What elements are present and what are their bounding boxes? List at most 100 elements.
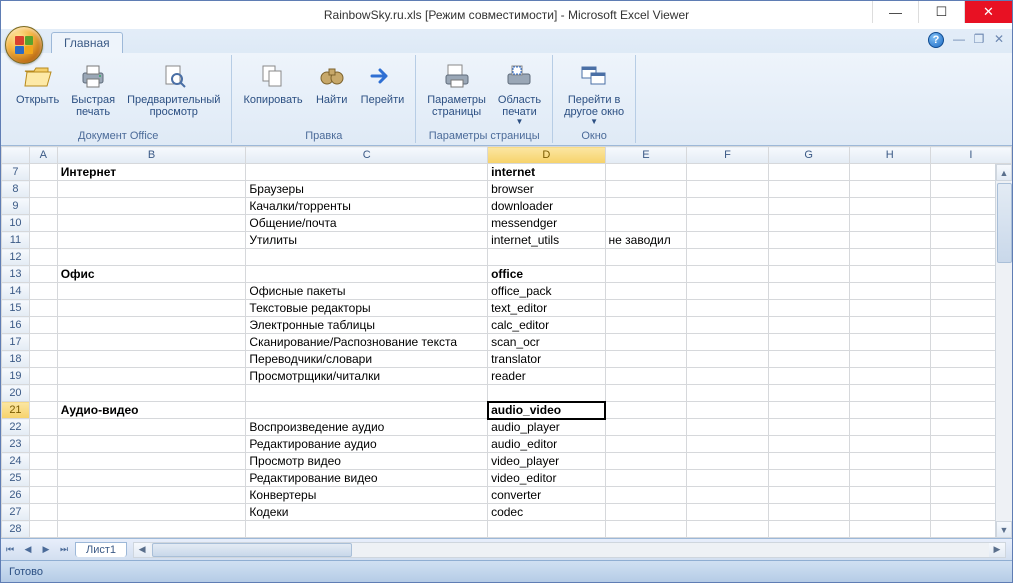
cell[interactable]: Редактирование видео (246, 470, 488, 487)
spreadsheet-grid[interactable]: ABCDEFGHI 7Интернетinternet8Браузерыbrow… (1, 146, 1012, 538)
cell[interactable] (768, 351, 849, 368)
minimize-button[interactable]: — (872, 1, 918, 23)
cell[interactable]: codec (488, 504, 605, 521)
cell[interactable] (29, 249, 57, 266)
cell[interactable] (849, 266, 930, 283)
cell[interactable] (29, 334, 57, 351)
cell[interactable]: Воспроизведение аудио (246, 419, 488, 436)
cell[interactable] (687, 504, 768, 521)
quick-print-button[interactable]: Быстрая печать (66, 57, 120, 121)
cell[interactable] (687, 453, 768, 470)
row-header[interactable]: 19 (2, 368, 30, 385)
cell[interactable] (605, 453, 687, 470)
cell[interactable] (29, 351, 57, 368)
cell[interactable] (768, 317, 849, 334)
goto-button[interactable]: Перейти (356, 57, 410, 109)
cell[interactable] (246, 521, 488, 538)
print-area-button[interactable]: Область печати ▼ (493, 57, 546, 129)
cell[interactable] (29, 300, 57, 317)
horizontal-scrollbar[interactable]: ◀ ▶ (133, 542, 1006, 558)
cell[interactable]: video_player (488, 453, 605, 470)
hscroll-thumb[interactable] (152, 543, 352, 557)
page-setup-button[interactable]: Параметры страницы (422, 57, 491, 121)
cell[interactable]: Браузеры (246, 181, 488, 198)
scroll-right-icon[interactable]: ▶ (989, 543, 1005, 557)
cell[interactable] (687, 198, 768, 215)
maximize-button[interactable]: ☐ (918, 1, 964, 23)
cell[interactable] (768, 487, 849, 504)
cell[interactable] (29, 283, 57, 300)
column-header[interactable]: A (29, 147, 57, 164)
cell[interactable] (687, 266, 768, 283)
cell[interactable] (849, 181, 930, 198)
cell[interactable] (605, 164, 687, 181)
row-header[interactable]: 25 (2, 470, 30, 487)
cell[interactable] (687, 181, 768, 198)
cell[interactable] (849, 436, 930, 453)
cell[interactable]: Общение/почта (246, 215, 488, 232)
cell[interactable]: Просмотр видео (246, 453, 488, 470)
cell[interactable] (687, 164, 768, 181)
cell[interactable] (605, 181, 687, 198)
cell[interactable] (849, 470, 930, 487)
cell[interactable] (57, 368, 246, 385)
row-header[interactable]: 12 (2, 249, 30, 266)
cell[interactable] (768, 181, 849, 198)
cell[interactable]: Электронные таблицы (246, 317, 488, 334)
cell[interactable] (849, 504, 930, 521)
row-header[interactable]: 14 (2, 283, 30, 300)
help-icon[interactable]: ? (928, 32, 944, 48)
scroll-thumb[interactable] (997, 183, 1012, 263)
cell[interactable] (605, 487, 687, 504)
cell[interactable] (768, 198, 849, 215)
cell[interactable]: downloader (488, 198, 605, 215)
cell[interactable] (57, 504, 246, 521)
cell[interactable] (687, 232, 768, 249)
cell[interactable] (605, 317, 687, 334)
cell[interactable] (768, 385, 849, 402)
cell[interactable]: office (488, 266, 605, 283)
cell[interactable]: translator (488, 351, 605, 368)
cell[interactable] (57, 487, 246, 504)
cell[interactable]: Просмотрщики/читалки (246, 368, 488, 385)
cell[interactable] (246, 266, 488, 283)
cell[interactable] (57, 181, 246, 198)
cell[interactable] (605, 436, 687, 453)
cell[interactable] (687, 249, 768, 266)
row-header[interactable]: 22 (2, 419, 30, 436)
cell[interactable] (605, 334, 687, 351)
column-header[interactable]: H (849, 147, 930, 164)
cell[interactable]: reader (488, 368, 605, 385)
cell[interactable] (57, 215, 246, 232)
column-header[interactable]: B (57, 147, 246, 164)
cell[interactable] (29, 487, 57, 504)
cell[interactable] (768, 232, 849, 249)
cell[interactable] (605, 283, 687, 300)
cell[interactable] (246, 385, 488, 402)
cell[interactable]: не заводил (605, 232, 687, 249)
cell[interactable]: Переводчики/словари (246, 351, 488, 368)
scroll-left-icon[interactable]: ◀ (134, 543, 150, 557)
cell[interactable] (687, 402, 768, 419)
column-header[interactable]: D (488, 147, 605, 164)
cell[interactable] (687, 436, 768, 453)
cell[interactable]: video_editor (488, 470, 605, 487)
cell[interactable]: Интернет (57, 164, 246, 181)
cell[interactable] (57, 453, 246, 470)
cell[interactable] (768, 334, 849, 351)
column-header[interactable]: E (605, 147, 687, 164)
cell[interactable]: office_pack (488, 283, 605, 300)
cell[interactable]: Редактирование аудио (246, 436, 488, 453)
cell[interactable] (849, 487, 930, 504)
cell[interactable] (57, 521, 246, 538)
cell[interactable]: browser (488, 181, 605, 198)
tab-home[interactable]: Главная (51, 32, 123, 53)
cell[interactable] (57, 419, 246, 436)
cell[interactable] (605, 351, 687, 368)
cell[interactable] (605, 266, 687, 283)
cell[interactable]: calc_editor (488, 317, 605, 334)
print-preview-button[interactable]: Предварительный просмотр (122, 57, 225, 121)
column-header[interactable]: F (687, 147, 768, 164)
cell[interactable] (29, 198, 57, 215)
cell[interactable] (687, 368, 768, 385)
